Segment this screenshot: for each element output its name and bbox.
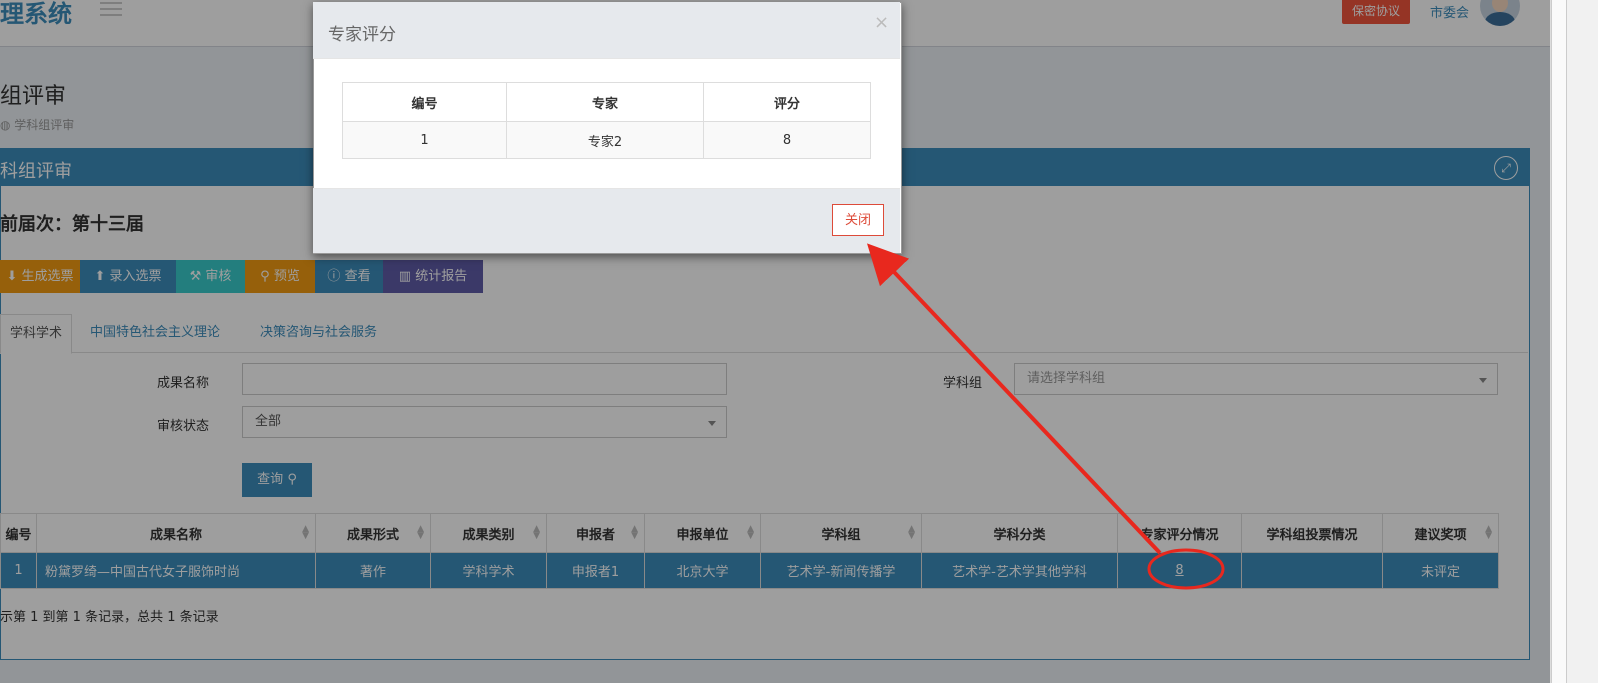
annotation-overlay xyxy=(867,243,1225,590)
annotation-arrow xyxy=(867,243,1162,555)
annotation-circle xyxy=(1147,548,1225,590)
